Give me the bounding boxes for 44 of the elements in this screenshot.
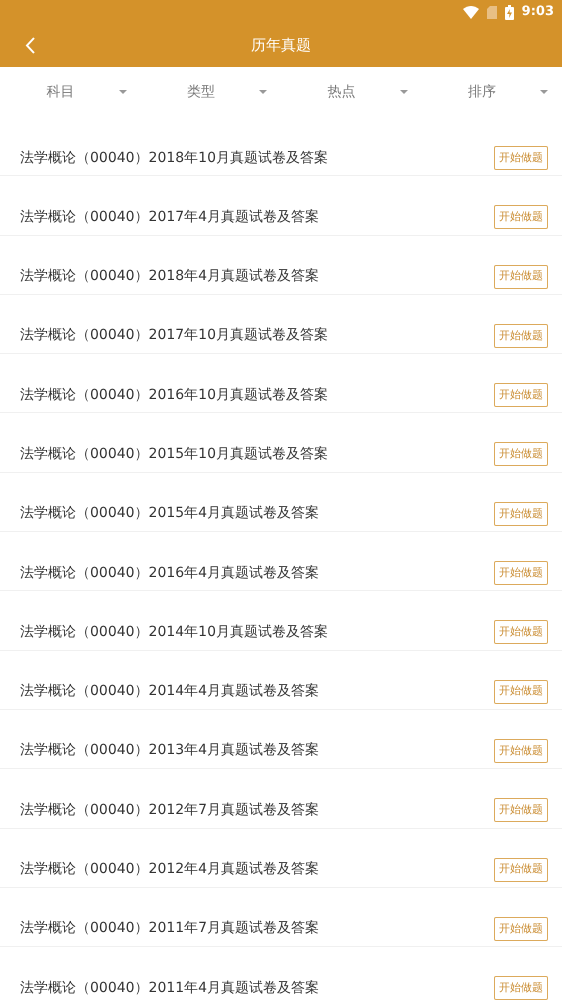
start-practice-button[interactable]: 开始做题	[494, 561, 548, 586]
caret-icon	[400, 90, 408, 94]
filter-dropdown[interactable]: 排序	[422, 67, 562, 117]
caret-icon	[259, 90, 267, 94]
caret-icon	[118, 90, 126, 94]
battery-charging-icon	[504, 4, 514, 20]
back-icon	[25, 36, 35, 54]
paper-title: 法学概论（00040）2012年4月真题试卷及答案	[20, 860, 320, 880]
start-practice-button[interactable]: 开始做题	[494, 264, 548, 289]
page-title: 历年真题	[251, 35, 311, 56]
start-practice-button[interactable]: 开始做题	[494, 442, 548, 466]
paper-title: 法学概论（00040）2018年10月真题试卷及答案	[20, 148, 328, 168]
paper-title: 法学概论（00040）2013年4月真题试卷及答案	[20, 741, 320, 760]
paper-title: 法学概论（00040）2017年4月真题试卷及答案	[20, 208, 320, 227]
start-practice-button[interactable]: 开始做题	[494, 324, 548, 348]
filter-dropdown[interactable]: 科目	[0, 67, 140, 117]
start-practice-button[interactable]: 开始做题	[494, 502, 548, 526]
start-practice-button[interactable]: 开始做题	[494, 146, 548, 170]
start-practice-button[interactable]: 开始做题	[494, 205, 548, 230]
paper-title: 法学概论（00040）2015年4月真题试卷及答案	[20, 504, 320, 524]
start-practice-button[interactable]: 开始做题	[494, 383, 548, 408]
paper-title: 法学概论（00040）2017年10月真题试卷及答案	[20, 326, 328, 346]
filter-dropdown[interactable]: 热点	[281, 67, 422, 117]
start-practice-button[interactable]: 开始做题	[494, 976, 548, 1000]
start-practice-button[interactable]: 开始做题	[494, 916, 548, 941]
paper-title: 法学概论（00040）2016年4月真题试卷及答案	[20, 564, 320, 583]
start-practice-button[interactable]: 开始做题	[494, 680, 548, 704]
no-sim-icon	[486, 6, 497, 18]
paper-title: 法学概论（00040）2015年10月真题试卷及答案	[20, 444, 328, 464]
start-practice-button[interactable]: 开始做题	[494, 620, 548, 644]
paper-title: 法学概论（00040）2018年4月真题试卷及答案	[20, 267, 320, 286]
start-practice-button[interactable]: 开始做题	[494, 798, 548, 822]
start-practice-button[interactable]: 开始做题	[494, 738, 548, 763]
paper-title: 法学概论（00040）2011年7月真题试卷及答案	[20, 919, 320, 938]
start-practice-button[interactable]: 开始做题	[494, 858, 548, 882]
paper-title: 法学概论（00040）2012年7月真题试卷及答案	[20, 800, 320, 820]
status-time: 9:03	[522, 3, 554, 22]
caret-icon	[540, 90, 548, 94]
paper-title: 法学概论（00040）2011年4月真题试卷及答案	[20, 978, 320, 998]
wifi-icon	[462, 6, 479, 18]
filter-dropdown[interactable]: 类型	[140, 67, 281, 117]
paper-title: 法学概论（00040）2014年10月真题试卷及答案	[20, 622, 328, 642]
paper-title: 法学概论（00040）2016年10月真题试卷及答案	[20, 386, 328, 405]
paper-title: 法学概论（00040）2014年4月真题试卷及答案	[20, 682, 320, 702]
